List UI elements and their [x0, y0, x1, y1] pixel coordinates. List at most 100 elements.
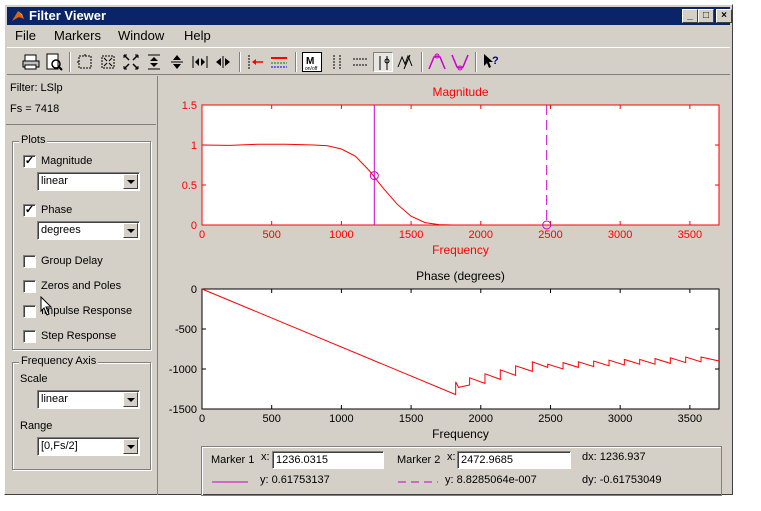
marker1-label: Marker 1 — [211, 454, 255, 466]
marker-panel: Marker 1 x: 1236.0315 Marker 2 x: 2472.9… — [201, 446, 722, 496]
x-axis-label: Frequency — [432, 243, 489, 257]
range-label: Range — [20, 420, 53, 432]
phase-checkbox[interactable]: ✓ — [23, 204, 36, 217]
chevron-down-icon[interactable] — [123, 174, 138, 189]
group-delay-label: Group Delay — [41, 255, 103, 267]
menu-window[interactable]: Window — [118, 28, 164, 43]
horizontal-zoom-out-icon[interactable] — [213, 52, 233, 72]
print-preview-icon[interactable] — [44, 52, 64, 72]
zeros-poles-checkbox[interactable] — [23, 280, 36, 293]
x-tick-label: 1500 — [399, 413, 423, 425]
magnitude-label: Magnitude — [41, 155, 93, 167]
frequency-range-dropdown[interactable]: [0,Fs/2] — [37, 437, 140, 456]
passband-icon[interactable] — [246, 52, 266, 72]
x-tick-label: 2000 — [469, 229, 493, 241]
x-tick-label: 500 — [263, 229, 281, 241]
chevron-down-icon[interactable] — [123, 439, 138, 454]
y-tick-label: 1 — [191, 140, 197, 152]
x-tick-label: 0 — [199, 229, 205, 241]
filter-name-label: Filter: LSlp — [10, 82, 63, 94]
step-response-label: Step Response — [41, 330, 117, 342]
frequency-scale-value: linear — [41, 393, 68, 405]
marker1-x-label: x: — [261, 451, 270, 463]
y-tick-label: -1000 — [169, 364, 197, 376]
marker2-line-legend — [398, 481, 438, 483]
chevron-down-icon[interactable] — [123, 223, 138, 238]
x-tick-label: 3500 — [678, 229, 702, 241]
marker2-y-readout: y: 8.8285064e-007 — [445, 474, 537, 486]
group-delay-checkbox[interactable] — [23, 255, 36, 268]
full-view-icon[interactable] — [269, 52, 289, 72]
zoom-in-box-icon[interactable] — [98, 52, 118, 72]
maximize-button[interactable]: □ — [698, 9, 714, 23]
horizontal-markers-icon[interactable] — [350, 52, 370, 72]
track-mode-icon[interactable] — [373, 52, 393, 72]
x-tick-label: 2000 — [469, 413, 493, 425]
plots-group: Plots ✓ Magnitude linear ✓ Phase degrees… — [12, 134, 151, 350]
x-tick-label: 1500 — [399, 229, 423, 241]
phase-label: Phase — [41, 204, 73, 216]
menu-file[interactable]: File — [15, 28, 36, 43]
magnitude-plot[interactable]: Magnitude 0 500 1000 1500 2000 2500 3000 3500 0 0.… — [165, 81, 731, 261]
window-title: Filter Viewer — [29, 8, 107, 23]
phase-plot[interactable]: Phase (degrees) 0 500 1000 1500 2000 2500 3000 3… — [165, 265, 731, 445]
peaks-icon[interactable] — [396, 52, 416, 72]
zoom-box-icon[interactable] — [75, 52, 95, 72]
toolbar: Mon/off ? — [7, 47, 730, 75]
x-axis-label: Frequency — [432, 427, 489, 441]
horizontal-zoom-in-icon[interactable] — [190, 52, 210, 72]
scale-label: Scale — [20, 373, 48, 385]
x-tick-label: 2500 — [538, 413, 562, 425]
x-tick-label: 500 — [263, 413, 281, 425]
peak-marker-icon[interactable] — [427, 52, 447, 72]
plot-title: Magnitude — [432, 85, 488, 99]
y-tick-label: -1500 — [169, 404, 197, 416]
mouse-cursor-icon — [40, 296, 53, 316]
dy-readout: dy: -0.61753049 — [582, 474, 662, 486]
minimize-button[interactable]: _ — [682, 9, 698, 23]
y-tick-label: 1.5 — [182, 100, 197, 112]
markers-on-off-icon[interactable]: Mon/off — [302, 52, 322, 72]
y-tick-label: 0 — [191, 220, 197, 232]
impulse-response-label: Impulse Response — [41, 305, 133, 317]
x-tick-label: 3000 — [608, 413, 632, 425]
matlab-icon — [12, 11, 24, 21]
marker1-line-legend — [212, 481, 248, 483]
dx-readout: dx: 1236.937 — [582, 451, 646, 463]
phase-units-value: degrees — [41, 224, 81, 236]
vertical-zoom-in-icon[interactable] — [144, 52, 164, 72]
title-bar[interactable]: Filter Viewer _ □ × — [7, 7, 732, 25]
marker2-x-field[interactable]: 2472.9685 — [457, 451, 571, 469]
svg-text:on/off: on/off — [305, 66, 318, 72]
plot-area — [201, 104, 720, 226]
y-tick-label: 0 — [191, 284, 197, 296]
plot-title: Phase (degrees) — [416, 269, 505, 283]
x-tick-label: 1000 — [329, 413, 353, 425]
phase-units-dropdown[interactable]: degrees — [37, 221, 140, 240]
menu-markers[interactable]: Markers — [54, 28, 101, 43]
marker1-x-field[interactable]: 1236.0315 — [272, 451, 384, 469]
y-tick-label: 0.5 — [182, 180, 197, 192]
print-icon[interactable] — [21, 52, 41, 72]
impulse-response-checkbox[interactable] — [23, 305, 36, 318]
vertical-zoom-out-icon[interactable] — [167, 52, 187, 72]
zeros-poles-label: Zeros and Poles — [41, 280, 122, 292]
valley-marker-icon[interactable] — [450, 52, 470, 72]
y-tick-label: -500 — [175, 324, 197, 336]
context-help-icon[interactable]: ? — [481, 52, 501, 72]
step-response-checkbox[interactable] — [23, 330, 36, 343]
chevron-down-icon[interactable] — [123, 392, 138, 407]
x-tick-label: 0 — [199, 413, 205, 425]
frequency-scale-dropdown[interactable]: linear — [37, 390, 140, 409]
menu-help[interactable]: Help — [184, 28, 211, 43]
vertical-markers-icon[interactable] — [327, 52, 347, 72]
magnitude-scale-dropdown[interactable]: linear — [37, 172, 140, 191]
magnitude-checkbox[interactable]: ✓ — [23, 155, 36, 168]
frequency-axis-title: Frequency Axis — [19, 355, 99, 367]
x-tick-label: 1000 — [329, 229, 353, 241]
filter-viewer-window: Filter Viewer _ □ × File Markers Window … — [4, 4, 733, 496]
marker2-label: Marker 2 — [397, 454, 441, 466]
zoom-out-icon[interactable] — [121, 52, 141, 72]
marker1-y-readout: y: 0.61753137 — [260, 474, 330, 486]
close-button[interactable]: × — [716, 9, 732, 23]
